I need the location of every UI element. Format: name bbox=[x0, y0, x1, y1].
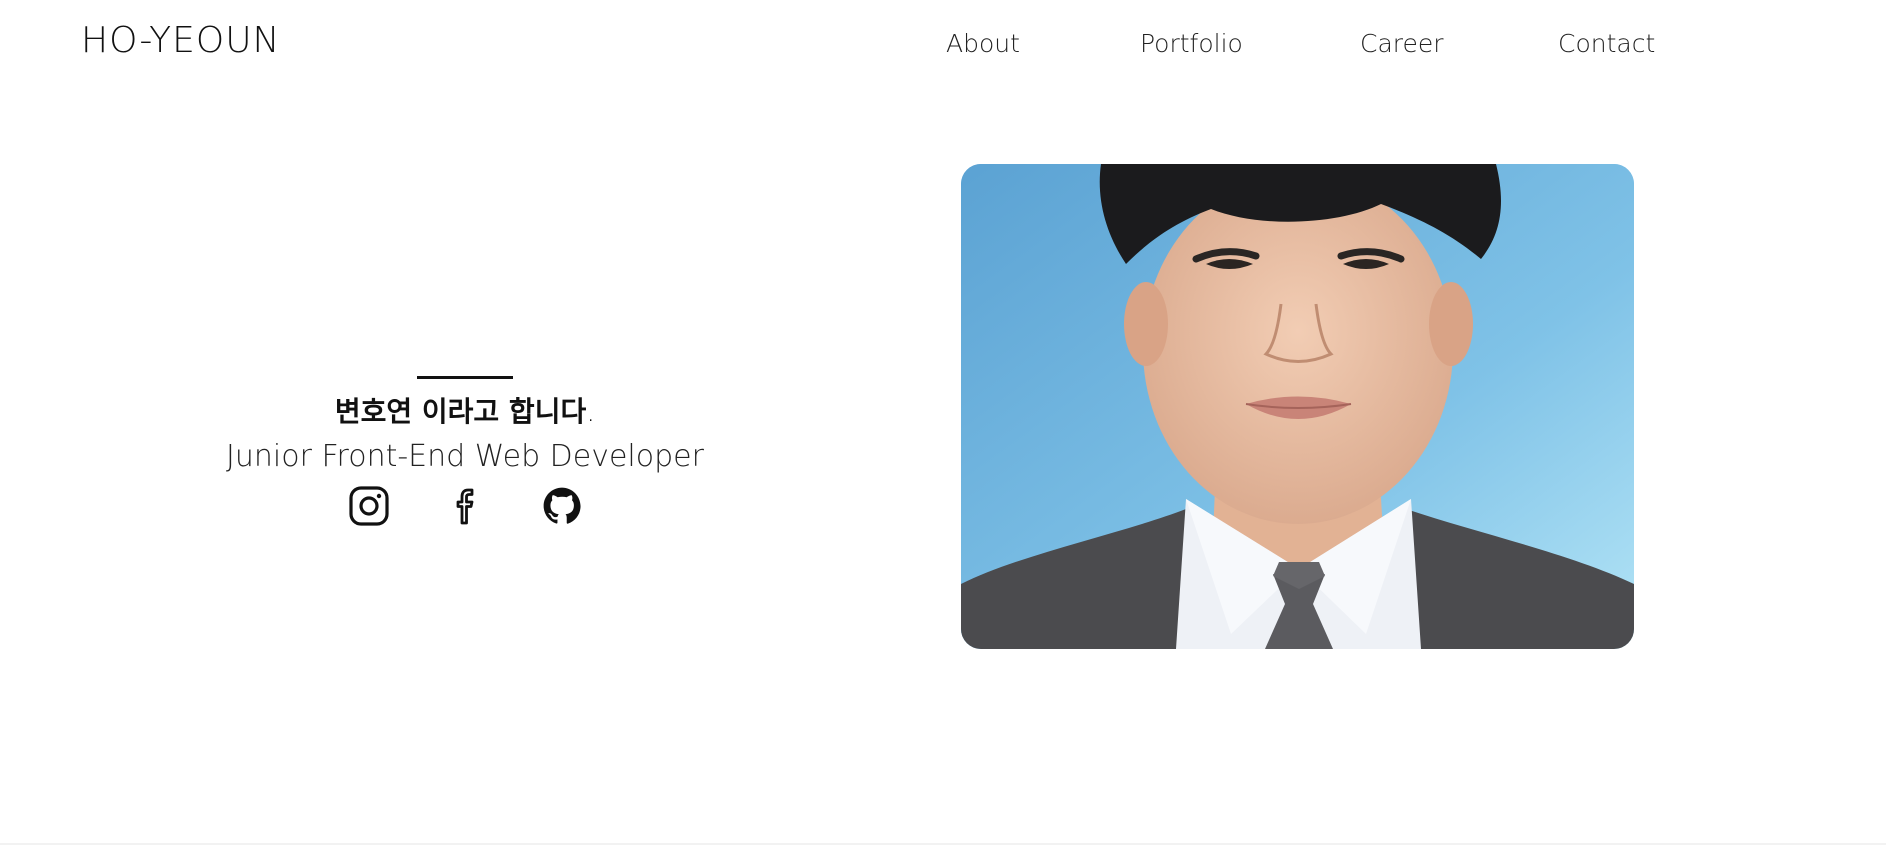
facebook-link[interactable] bbox=[445, 485, 487, 527]
page: HO-YEOUN About Portfolio Career Contact … bbox=[0, 0, 1886, 845]
github-link[interactable] bbox=[541, 485, 583, 527]
intro-name: 변호연 이라고 합니다. bbox=[165, 395, 765, 429]
nav-contact[interactable]: Contact bbox=[1558, 29, 1655, 58]
intro-section: 변호연 이라고 합니다. Junior Front-End Web Develo… bbox=[165, 373, 765, 529]
profile-photo bbox=[961, 164, 1634, 649]
intro-name-period: . bbox=[586, 395, 596, 428]
nav-career[interactable]: Career bbox=[1360, 29, 1444, 58]
job-title: Junior Front-End Web Developer bbox=[226, 439, 704, 474]
nav-about[interactable]: About bbox=[946, 29, 1020, 58]
instagram-link[interactable] bbox=[348, 485, 390, 527]
instagram-icon bbox=[349, 486, 389, 526]
intro-name-text: 변호연 이라고 합니다 bbox=[334, 395, 587, 428]
social-links bbox=[165, 485, 765, 529]
facebook-icon bbox=[456, 488, 474, 525]
title-divider bbox=[417, 376, 513, 379]
github-icon bbox=[543, 487, 581, 524]
nav-portfolio[interactable]: Portfolio bbox=[1140, 29, 1243, 58]
portrait-illustration bbox=[961, 164, 1634, 649]
main-nav: About Portfolio Career Contact bbox=[0, 29, 1886, 59]
